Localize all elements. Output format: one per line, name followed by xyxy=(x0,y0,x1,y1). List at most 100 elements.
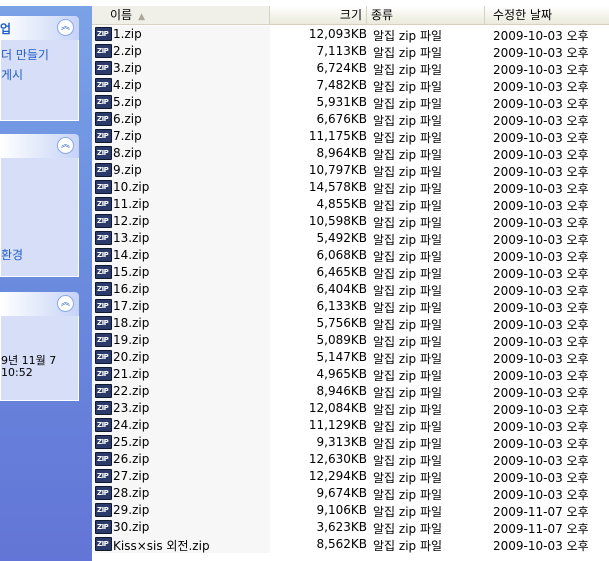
file-row[interactable]: ZIP 11.zip 4,855KB 알집 zip 파일 2009-10-03 오후 xyxy=(92,196,609,213)
file-name-cell[interactable]: ZIP 12.zip xyxy=(92,213,270,230)
file-name-cell[interactable]: ZIP 17.zip xyxy=(92,298,270,315)
file-name: 4.zip xyxy=(113,78,142,92)
file-name-cell[interactable]: ZIP 7.zip xyxy=(92,128,270,145)
file-name-cell[interactable]: ZIP 27.zip xyxy=(92,468,270,485)
file-type: 알집 zip 파일 xyxy=(373,250,443,264)
file-name-cell[interactable]: ZIP 16.zip xyxy=(92,281,270,298)
file-name-cell[interactable]: ZIP 3.zip xyxy=(92,60,270,77)
file-modified: 2009-10-03 오후 xyxy=(493,63,589,77)
file-name-cell[interactable]: ZIP 29.zip xyxy=(92,502,270,519)
file-name-cell[interactable]: ZIP Kiss×sis 외전.zip xyxy=(92,536,270,553)
file-name: 20.zip xyxy=(113,350,150,364)
zip-file-icon: ZIP xyxy=(95,435,112,449)
file-row[interactable]: ZIP 16.zip 6,404KB 알집 zip 파일 2009-10-03 오후 xyxy=(92,281,609,298)
file-row[interactable]: ZIP 7.zip 11,175KB 알집 zip 파일 2009-10-03 오후 xyxy=(92,128,609,145)
file-row[interactable]: ZIP 30.zip 3,623KB 알집 zip 파일 2009-11-07 오후 xyxy=(92,519,609,536)
file-size: 14,578KB xyxy=(308,180,367,194)
task-group-header[interactable]: ︽ xyxy=(0,134,79,158)
file-name-cell[interactable]: ZIP 10.zip xyxy=(92,179,270,196)
file-row[interactable]: ZIP 19.zip 5,089KB 알집 zip 파일 2009-10-03 오후 xyxy=(92,332,609,349)
file-name-cell[interactable]: ZIP 6.zip xyxy=(92,111,270,128)
file-name-cell[interactable]: ZIP 15.zip xyxy=(92,264,270,281)
file-name-cell[interactable]: ZIP 8.zip xyxy=(92,145,270,162)
file-row[interactable]: ZIP 20.zip 5,147KB 알집 zip 파일 2009-10-03 오후 xyxy=(92,349,609,366)
file-modified: 2009-10-03 오후 xyxy=(493,267,589,281)
file-name-cell[interactable]: ZIP 4.zip xyxy=(92,77,270,94)
file-row[interactable]: ZIP 1.zip 12,093KB 알집 zip 파일 2009-10-03 오후 xyxy=(92,26,609,43)
file-size: 12,294KB xyxy=(308,469,367,483)
zip-file-icon: ZIP xyxy=(95,418,112,432)
file-row[interactable]: ZIP 24.zip 11,129KB 알집 zip 파일 2009-10-03 오후 xyxy=(92,417,609,434)
file-row[interactable]: ZIP 28.zip 9,674KB 알집 zip 파일 2009-10-03 오후 xyxy=(92,485,609,502)
file-row[interactable]: ZIP 14.zip 6,068KB 알집 zip 파일 2009-10-03 오후 xyxy=(92,247,609,264)
file-row[interactable]: ZIP 15.zip 6,465KB 알집 zip 파일 2009-10-03 오후 xyxy=(92,264,609,281)
file-row[interactable]: ZIP Kiss×sis 외전.zip 8,562KB 알집 zip 파일 2009-1… xyxy=(92,536,609,553)
file-row[interactable]: ZIP 6.zip 6,676KB 알집 zip 파일 2009-10-03 오후 xyxy=(92,111,609,128)
task-group-header[interactable]: 업 ︽ xyxy=(0,16,79,40)
file-size: 10,598KB xyxy=(308,214,367,228)
zip-icon-label: ZIP xyxy=(97,217,109,225)
file-name-cell[interactable]: ZIP 11.zip xyxy=(92,196,270,213)
zip-file-icon: ZIP xyxy=(95,163,112,177)
file-modified: 2009-10-03 오후 xyxy=(493,114,589,128)
task-link-publish[interactable]: 게시 xyxy=(1,66,23,83)
file-type: 알집 zip 파일 xyxy=(373,335,443,349)
file-name-cell[interactable]: ZIP 25.zip xyxy=(92,434,270,451)
file-size: 6,404KB xyxy=(316,282,367,296)
column-header-name[interactable]: 이름 ▲ xyxy=(92,6,270,24)
file-row[interactable]: ZIP 18.zip 5,756KB 알집 zip 파일 2009-10-03 오후 xyxy=(92,315,609,332)
file-modified: 2009-10-03 오후 xyxy=(493,539,589,553)
file-row[interactable]: ZIP 9.zip 10,797KB 알집 zip 파일 2009-10-03 오후 xyxy=(92,162,609,179)
file-row[interactable]: ZIP 8.zip 8,964KB 알집 zip 파일 2009-10-03 오후 xyxy=(92,145,609,162)
file-name-cell[interactable]: ZIP 1.zip xyxy=(92,26,270,43)
file-row[interactable]: ZIP 17.zip 6,133KB 알집 zip 파일 2009-10-03 오후 xyxy=(92,298,609,315)
task-pane: 업 ︽ 더 만들기 게시 ︽ 환경 ︽ 9년 11월 7 10:52 xyxy=(0,6,92,561)
file-row[interactable]: ZIP 4.zip 7,482KB 알집 zip 파일 2009-10-03 오후 xyxy=(92,77,609,94)
task-link-environment[interactable]: 환경 xyxy=(1,246,23,263)
file-modified: 2009-10-03 오후 xyxy=(493,199,589,213)
file-row[interactable]: ZIP 3.zip 6,724KB 알집 zip 파일 2009-10-03 오후 xyxy=(92,60,609,77)
file-name-cell[interactable]: ZIP 28.zip xyxy=(92,485,270,502)
file-row[interactable]: ZIP 26.zip 12,630KB 알집 zip 파일 2009-10-03 오후 xyxy=(92,451,609,468)
file-name-cell[interactable]: ZIP 24.zip xyxy=(92,417,270,434)
file-row[interactable]: ZIP 21.zip 4,965KB 알집 zip 파일 2009-10-03 오후 xyxy=(92,366,609,383)
column-header-modified[interactable]: 수정한 날짜 xyxy=(485,6,609,24)
file-row[interactable]: ZIP 10.zip 14,578KB 알집 zip 파일 2009-10-03 오후 xyxy=(92,179,609,196)
collapse-chevron-icon[interactable]: ︽ xyxy=(57,19,74,36)
file-row[interactable]: ZIP 5.zip 5,931KB 알집 zip 파일 2009-10-03 오후 xyxy=(92,94,609,111)
collapse-chevron-icon[interactable]: ︽ xyxy=(57,137,74,154)
file-name-cell[interactable]: ZIP 26.zip xyxy=(92,451,270,468)
file-name-cell[interactable]: ZIP 9.zip xyxy=(92,162,270,179)
collapse-chevron-icon[interactable]: ︽ xyxy=(57,295,74,312)
column-header-type[interactable]: 종류 xyxy=(367,6,485,24)
file-name-cell[interactable]: ZIP 20.zip xyxy=(92,349,270,366)
file-name-cell[interactable]: ZIP 30.zip xyxy=(92,519,270,536)
file-name-cell[interactable]: ZIP 23.zip xyxy=(92,400,270,417)
zip-icon-label: ZIP xyxy=(97,370,109,378)
zip-icon-label: ZIP xyxy=(97,47,109,55)
file-name: 8.zip xyxy=(113,146,142,160)
file-row[interactable]: ZIP 2.zip 7,113KB 알집 zip 파일 2009-10-03 오후 xyxy=(92,43,609,60)
file-name-cell[interactable]: ZIP 22.zip xyxy=(92,383,270,400)
file-type: 알집 zip 파일 xyxy=(373,471,443,485)
file-name-cell[interactable]: ZIP 2.zip xyxy=(92,43,270,60)
file-row[interactable]: ZIP 29.zip 9,106KB 알집 zip 파일 2009-11-07 오후 xyxy=(92,502,609,519)
task-group-header[interactable]: ︽ xyxy=(0,292,79,316)
file-row[interactable]: ZIP 13.zip 5,492KB 알집 zip 파일 2009-10-03 오후 xyxy=(92,230,609,247)
file-row[interactable]: ZIP 25.zip 9,313KB 알집 zip 파일 2009-10-03 오후 xyxy=(92,434,609,451)
task-group-title: 업 xyxy=(0,22,12,36)
file-row[interactable]: ZIP 27.zip 12,294KB 알집 zip 파일 2009-10-03 오후 xyxy=(92,468,609,485)
file-row[interactable]: ZIP 12.zip 10,598KB 알집 zip 파일 2009-10-03 오후 xyxy=(92,213,609,230)
file-name-cell[interactable]: ZIP 18.zip xyxy=(92,315,270,332)
file-name-cell[interactable]: ZIP 13.zip xyxy=(92,230,270,247)
file-row[interactable]: ZIP 22.zip 8,946KB 알집 zip 파일 2009-10-03 오후 xyxy=(92,383,609,400)
column-header-size[interactable]: 크기 xyxy=(270,6,367,24)
file-name-cell[interactable]: ZIP 14.zip xyxy=(92,247,270,264)
file-row[interactable]: ZIP 23.zip 12,084KB 알집 zip 파일 2009-10-03 오후 xyxy=(92,400,609,417)
file-type: 알집 zip 파일 xyxy=(373,267,443,281)
file-name-cell[interactable]: ZIP 21.zip xyxy=(92,366,270,383)
file-size: 6,724KB xyxy=(316,61,367,75)
file-name-cell[interactable]: ZIP 19.zip xyxy=(92,332,270,349)
task-link-make-new[interactable]: 더 만들기 xyxy=(1,46,49,63)
file-name-cell[interactable]: ZIP 5.zip xyxy=(92,94,270,111)
